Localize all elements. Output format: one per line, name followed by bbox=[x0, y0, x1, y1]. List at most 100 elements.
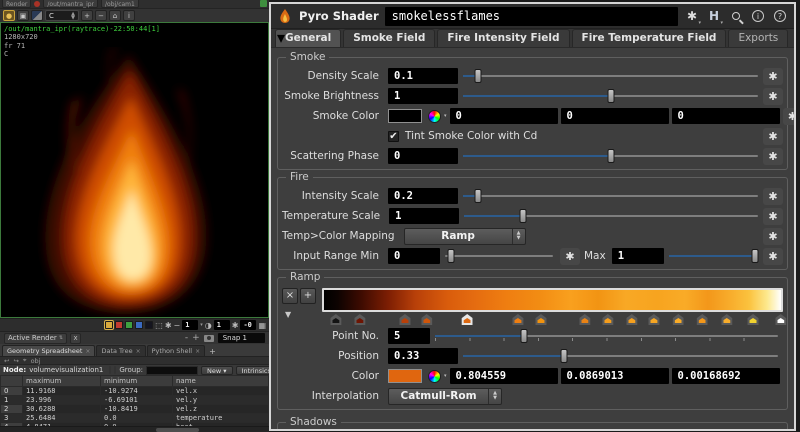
ramp-marker[interactable] bbox=[512, 314, 523, 325]
table-row[interactable]: 2 30.6288 -10.8419 vel.z bbox=[1, 405, 269, 414]
ramp-marker[interactable] bbox=[535, 314, 546, 325]
ramp-marker[interactable] bbox=[462, 314, 473, 325]
points-mode-icon[interactable] bbox=[109, 366, 111, 374]
smoke-brightness-slider[interactable] bbox=[463, 88, 758, 104]
density-scale-field[interactable]: 0.1 bbox=[388, 68, 458, 84]
gear-icon[interactable] bbox=[763, 188, 783, 205]
ramp-collapse-icon[interactable]: ▼ bbox=[285, 310, 322, 319]
cell[interactable]: vel.y bbox=[173, 396, 269, 405]
input-range-max-field[interactable]: 1 bbox=[612, 248, 664, 264]
cell[interactable]: -6.69101 bbox=[101, 396, 173, 405]
ramp-color-g-field[interactable]: 0.0869013 bbox=[561, 368, 669, 384]
ramp-marker[interactable] bbox=[648, 314, 659, 325]
add-tab-button[interactable]: + bbox=[206, 347, 219, 356]
gear-icon[interactable] bbox=[763, 248, 783, 265]
cell[interactable]: 23.996 bbox=[23, 396, 101, 405]
table-row[interactable]: 0 11.9168 -10.9274 vel.x bbox=[1, 387, 269, 396]
tab-data-tree[interactable]: Data Tree× bbox=[96, 345, 145, 356]
plane-red-chip[interactable] bbox=[115, 321, 123, 329]
gear-icon[interactable] bbox=[763, 128, 783, 145]
intensity-scale-field[interactable]: 0.2 bbox=[388, 188, 458, 204]
spinner-icon[interactable]: ▲▼ bbox=[71, 12, 75, 20]
input-range-min-field[interactable]: 0 bbox=[388, 248, 440, 264]
color-wheel-icon[interactable] bbox=[428, 370, 441, 383]
grid-icon[interactable]: ▦ bbox=[258, 321, 266, 330]
ramp-marker[interactable] bbox=[626, 314, 637, 325]
snap-minus-button[interactable]: - bbox=[185, 333, 188, 343]
cell[interactable]: -10.9274 bbox=[101, 387, 173, 396]
col-index[interactable] bbox=[1, 376, 23, 387]
tab-python-shell[interactable]: Python Shell× bbox=[147, 345, 206, 356]
table-row[interactable]: 1 23.996 -6.69101 vel.y bbox=[1, 396, 269, 405]
input-range-max-slider[interactable] bbox=[669, 248, 758, 264]
render-viewport[interactable]: /out/mantra_ipr(raytrace)-22:50:44[1] 12… bbox=[0, 22, 269, 318]
gear-icon[interactable] bbox=[783, 108, 796, 125]
forward-icon[interactable]: ↪ bbox=[13, 357, 18, 365]
camera-path-dropdown[interactable]: /obj/cam1 bbox=[101, 0, 139, 8]
cell[interactable]: 1 bbox=[1, 396, 23, 405]
ramp-color-r-field[interactable]: 0.804559 bbox=[450, 368, 558, 384]
render-button[interactable]: Render bbox=[2, 0, 31, 8]
node-name[interactable]: volumevisualization1 bbox=[29, 366, 103, 374]
gear-icon[interactable] bbox=[763, 88, 783, 105]
point-no-field[interactable]: 5 bbox=[388, 328, 430, 344]
cell[interactable]: 11.9168 bbox=[23, 387, 101, 396]
cell[interactable]: 30.6288 bbox=[23, 405, 101, 414]
home-view-icon[interactable]: ⌂ bbox=[109, 10, 121, 21]
tab-fire-temperature-field[interactable]: Fire Temperature Field bbox=[572, 29, 727, 47]
ramp-add-point-button[interactable]: + bbox=[300, 288, 316, 304]
gear-icon[interactable] bbox=[763, 228, 783, 245]
scattering-phase-slider[interactable] bbox=[463, 148, 758, 164]
gear-icon[interactable]: ✱ bbox=[165, 321, 172, 330]
ramp-marker[interactable] bbox=[399, 314, 410, 325]
smoke-brightness-field[interactable]: 1 bbox=[388, 88, 458, 104]
ramp-marker[interactable] bbox=[421, 314, 432, 325]
new-dropdown[interactable]: New ▾ bbox=[201, 366, 233, 375]
display-plane-dropdown[interactable]: C ▲▼ bbox=[45, 10, 79, 21]
cell[interactable]: 2 bbox=[1, 405, 23, 414]
minus-icon[interactable]: − bbox=[174, 321, 181, 330]
cell[interactable]: 0 bbox=[1, 387, 23, 396]
node-filter-icon[interactable]: ⌖ bbox=[23, 356, 27, 365]
background-image-icon[interactable] bbox=[31, 10, 43, 21]
tab-smoke-field[interactable]: Smoke Field bbox=[343, 29, 435, 47]
close-icon[interactable]: × bbox=[136, 348, 141, 355]
ramp-marker[interactable] bbox=[354, 314, 365, 325]
zoom-in-icon[interactable]: + bbox=[81, 10, 93, 21]
contrast-icon[interactable]: ◑ bbox=[205, 321, 212, 330]
position-slider[interactable] bbox=[463, 348, 778, 364]
offset-field[interactable]: -0 bbox=[240, 320, 256, 330]
ramp-marker[interactable] bbox=[697, 314, 708, 325]
camera-icon[interactable] bbox=[204, 335, 214, 342]
snapshot-name-field[interactable]: Snap 1 bbox=[218, 333, 265, 343]
spinner-icon[interactable]: ▲▼ bbox=[512, 229, 525, 244]
horizontal-scrollbar[interactable] bbox=[0, 426, 269, 432]
highlight-toggle-icon[interactable]: ● bbox=[3, 10, 15, 21]
back-icon[interactable]: ↩ bbox=[4, 357, 9, 365]
ramp-gradient[interactable] bbox=[322, 288, 783, 312]
zoom-out-icon[interactable]: − bbox=[95, 10, 107, 21]
node-name-field[interactable]: smokelessflames bbox=[385, 7, 678, 26]
intensity-scale-slider[interactable] bbox=[463, 188, 758, 204]
active-render-dropdown[interactable]: Active Render ⇅ bbox=[4, 333, 67, 344]
search-icon[interactable] bbox=[728, 8, 744, 24]
pyro-shader-icon[interactable]: ▾ bbox=[277, 8, 293, 24]
temperature-scale-slider[interactable] bbox=[464, 208, 758, 224]
ramp-color-b-field[interactable]: 0.00168692 bbox=[672, 368, 780, 384]
cell[interactable]: 0.0 bbox=[101, 414, 173, 423]
gear-icon[interactable] bbox=[763, 148, 783, 165]
ramp-marker[interactable] bbox=[330, 314, 341, 325]
ramp-color-swatch[interactable] bbox=[388, 369, 422, 383]
gear-menu-icon[interactable]: ✱▾ bbox=[684, 8, 700, 24]
group-input[interactable] bbox=[146, 366, 198, 375]
info-icon[interactable]: i bbox=[123, 10, 135, 21]
help-icon[interactable]: ? bbox=[772, 8, 788, 24]
interpolation-dropdown[interactable]: Catmull-Rom ▲▼ bbox=[388, 388, 502, 405]
pan-icon[interactable]: ⬚ bbox=[155, 321, 163, 330]
plane-color-chip[interactable] bbox=[105, 321, 113, 329]
exposure-field[interactable]: 1 bbox=[182, 320, 198, 330]
cell[interactable]: 3 bbox=[1, 414, 23, 423]
chevron-down-icon[interactable]: ▾ bbox=[200, 322, 203, 328]
cell[interactable]: 25.6484 bbox=[23, 414, 101, 423]
houdini-asset-icon[interactable]: H▾ bbox=[706, 8, 722, 24]
